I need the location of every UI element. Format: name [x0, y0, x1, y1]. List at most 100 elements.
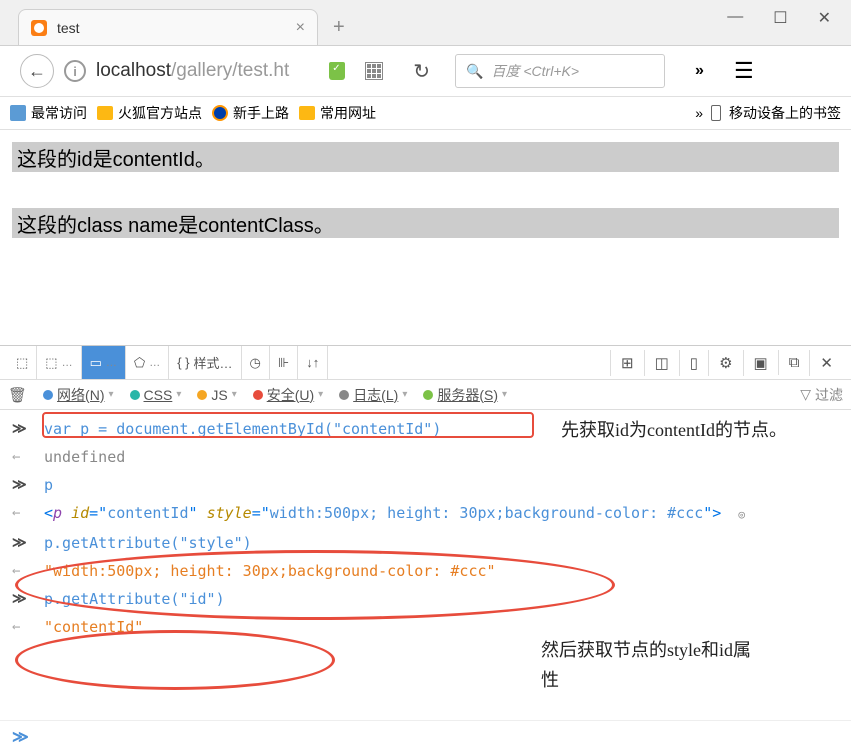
- responsive-icon: ⬚: [45, 355, 57, 371]
- clear-console-button[interactable]: 🗑: [8, 386, 27, 404]
- styles-button[interactable]: { } 样式…: [169, 346, 241, 379]
- popout-button[interactable]: ⧉: [778, 350, 810, 375]
- dot-icon: [43, 390, 53, 400]
- annotation-ellipse-1: [15, 550, 615, 620]
- console-output-line: ← <p id="contentId" style="width:500px; …: [12, 502, 839, 526]
- url-bar[interactable]: localhost/gallery/test.ht: [96, 60, 289, 82]
- filter-css[interactable]: CSS▾: [122, 387, 190, 403]
- prompt-out-icon: ←: [12, 502, 32, 524]
- site-info-icon[interactable]: i: [64, 60, 86, 82]
- tag-icon: ⬠: [134, 355, 145, 371]
- console-input-line: ≫ p.getAttribute("style"): [12, 532, 839, 554]
- bookmark-common[interactable]: 常用网址: [299, 103, 376, 123]
- browser-tab[interactable]: test ×: [18, 9, 318, 45]
- filter-js[interactable]: JS▾: [189, 387, 244, 403]
- nav-bar: ← i localhost/gallery/test.ht ↻ 🔍 百度 <Ct…: [0, 46, 851, 97]
- devtools-close-button[interactable]: ✕: [809, 350, 843, 376]
- folder-icon: [97, 106, 113, 120]
- filter-label: 服务器(S): [437, 385, 498, 405]
- prompt-in-icon: ≫: [12, 474, 32, 496]
- chevron-down-icon: ▾: [502, 389, 507, 400]
- prompt-out-icon: ←: [12, 446, 32, 468]
- prompt-in-icon: ≫: [12, 532, 32, 554]
- dot-icon: [339, 390, 349, 400]
- menu-icon[interactable]: ☰: [734, 58, 754, 84]
- page-content: 这段的id是contentId。 这段的class name是contentCl…: [0, 130, 851, 250]
- bookmark-label: 新手上路: [233, 103, 289, 123]
- dot-icon: [130, 390, 140, 400]
- xampp-icon: [31, 20, 47, 36]
- console-output: 先获取id为contentId的节点。 然后获取节点的style和id属性 ≫ …: [0, 410, 851, 720]
- mobile-icon: [711, 105, 721, 121]
- search-box[interactable]: 🔍 百度 <Ctrl+K>: [455, 54, 665, 88]
- console-tab[interactable]: ▭…: [82, 346, 126, 379]
- filter-search[interactable]: ▽过滤: [800, 385, 843, 405]
- console-output-line: ← undefined: [12, 446, 839, 468]
- network-icon: ↓↑: [306, 355, 319, 370]
- debugger-button[interactable]: ⬠…: [126, 346, 169, 379]
- target-icon[interactable]: ◎: [738, 508, 745, 521]
- filter-log[interactable]: 日志(L)▾: [331, 385, 415, 405]
- styles-label: 样式…: [194, 353, 233, 372]
- search-icon: 🔍: [466, 63, 483, 80]
- bookmark-mobile[interactable]: 移动设备上的书签: [729, 103, 841, 123]
- folder-icon: [299, 106, 315, 120]
- bookmark-icon: [10, 105, 26, 121]
- console-code: p: [44, 474, 53, 496]
- bookmark-getting-started[interactable]: 新手上路: [212, 103, 289, 123]
- perf-button[interactable]: ◷: [242, 346, 270, 379]
- braces-icon: { }: [177, 355, 189, 370]
- chevron-down-icon: ▾: [318, 389, 323, 400]
- overflow-icon[interactable]: »: [695, 62, 704, 80]
- inspector-button[interactable]: ⬚: [8, 346, 37, 379]
- annotation-text-1: 先获取id为contentId的节点。: [561, 415, 811, 445]
- filter-network[interactable]: 网络(N)▾: [35, 385, 121, 405]
- qr-icon[interactable]: [365, 62, 383, 80]
- paragraph-contentclass: 这段的class name是contentClass。: [12, 208, 839, 238]
- dock-button[interactable]: ▣: [743, 350, 778, 376]
- filter-label: 网络(N): [57, 385, 104, 405]
- inspector-icon: ⬚: [16, 355, 28, 371]
- maximize-button[interactable]: ☐: [773, 8, 787, 28]
- bookmark-label: 火狐官方站点: [118, 103, 202, 123]
- console-input-line: ≫ p: [12, 474, 839, 496]
- annotation-text-2: 然后获取节点的style和id属性: [541, 635, 761, 695]
- console-filter-bar: 🗑 网络(N)▾ CSS▾ JS▾ 安全(U)▾ 日志(L)▾ 服务器(S)▾ …: [0, 380, 851, 410]
- network-button[interactable]: ↓↑: [298, 346, 328, 379]
- bookmark-frequent[interactable]: 最常访问: [10, 103, 87, 123]
- tab-close-icon[interactable]: ×: [296, 19, 305, 37]
- annotation-ellipse-2: [15, 630, 335, 690]
- back-button[interactable]: ←: [20, 54, 54, 88]
- devtools-toolbar: ⬚ ⬚… ▭… ⬠… { } 样式… ◷ ⊪ ↓↑ ⊞ ◫ ▯ ⚙ ▣ ⧉ ✕: [0, 346, 851, 380]
- filter-label: 安全(U): [267, 385, 314, 405]
- console-input-prompt[interactable]: ≫: [0, 720, 851, 753]
- responsive-button[interactable]: ⬚…: [37, 346, 81, 379]
- annotation-box-1: [42, 412, 534, 438]
- layout-button-2[interactable]: ◫: [644, 350, 679, 376]
- bookmark-label: 常用网址: [320, 103, 376, 123]
- search-placeholder: 百度 <Ctrl+K>: [491, 61, 579, 81]
- refresh-button[interactable]: ↻: [413, 59, 430, 84]
- close-button[interactable]: ✕: [818, 8, 831, 28]
- settings-button[interactable]: ⚙: [708, 350, 742, 376]
- filter-server[interactable]: 服务器(S) ▾: [415, 385, 515, 405]
- new-tab-button[interactable]: +: [333, 16, 345, 45]
- minimize-button[interactable]: —: [727, 8, 743, 28]
- console-icon: ▭: [90, 355, 102, 371]
- console-result: undefined: [44, 446, 125, 468]
- memory-button[interactable]: ⊪: [270, 346, 298, 379]
- filter-label: JS: [211, 387, 227, 403]
- bookmark-overflow-icon[interactable]: »: [695, 105, 703, 121]
- filter-security[interactable]: 安全(U) ▾: [245, 385, 331, 405]
- dot-icon: [197, 390, 207, 400]
- bookmark-firefox-site[interactable]: 火狐官方站点: [97, 103, 202, 123]
- layout-button-3[interactable]: ▯: [679, 350, 708, 376]
- dot-icon: [423, 390, 433, 400]
- shield-icon[interactable]: [329, 62, 345, 80]
- funnel-icon: ▽: [800, 386, 811, 403]
- layout-button-1[interactable]: ⊞: [610, 350, 644, 376]
- prompt-in-icon: ≫: [12, 418, 32, 440]
- tab-title: test: [57, 20, 286, 36]
- firefox-icon: [212, 105, 228, 121]
- console-element-result[interactable]: <p id="contentId" style="width:500px; he…: [44, 502, 745, 526]
